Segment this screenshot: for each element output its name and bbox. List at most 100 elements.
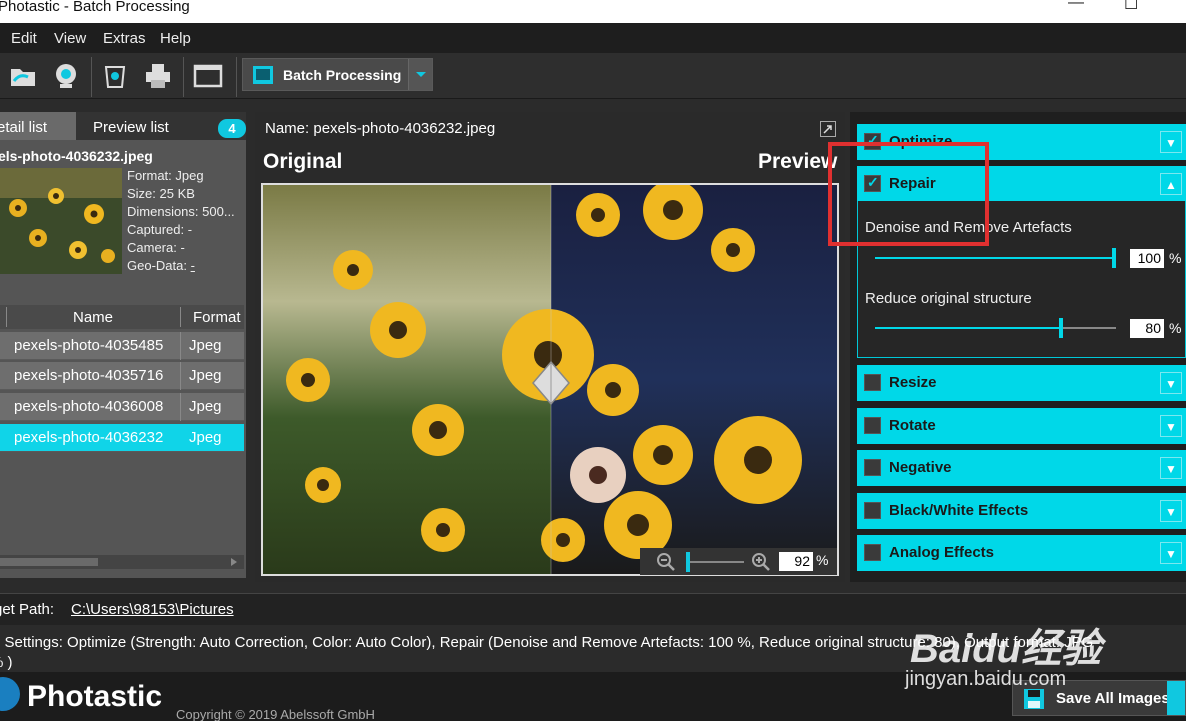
target-path-label: get Path: [0, 601, 55, 618]
table-row[interactable]: pexels-photo-4036008 Jpeg [0, 393, 244, 421]
row-name: pexels-photo-4036232 [14, 429, 164, 446]
column-format[interactable]: Format [193, 309, 241, 326]
zoom-unit: % [816, 552, 829, 568]
section-negative-label: Negative [889, 459, 952, 476]
chevron-down-icon[interactable]: ▼ [1160, 415, 1182, 437]
meta-geo-label: Geo-Data: [127, 258, 187, 273]
split-handle-icon[interactable] [531, 360, 571, 406]
target-path-link[interactable]: C:\Users\98153\Pictures [71, 601, 234, 618]
section-bw-label: Black/White Effects [889, 502, 1029, 519]
meta-dimensions: Dimensions: 500... [127, 204, 235, 219]
watermark-url: jingyan.baidu.com [905, 668, 1067, 690]
denoise-unit: % [1169, 250, 1182, 266]
zoom-input[interactable]: 92 [779, 552, 813, 571]
column-divider [180, 307, 181, 327]
menu-help[interactable]: Help [160, 30, 191, 47]
recycle-bin-icon[interactable] [100, 61, 130, 91]
toolbar-separator [91, 57, 92, 97]
menu-view[interactable]: View [54, 30, 86, 47]
zoom-out-icon[interactable] [656, 552, 676, 572]
copyright: Copyright © 2019 Abelssoft GmbH [176, 707, 375, 721]
table-row[interactable]: pexels-photo-4035716 Jpeg [0, 362, 244, 390]
section-resize[interactable]: Resize ▼ [857, 365, 1186, 401]
comparison-image[interactable] [261, 183, 839, 576]
rotate-checkbox[interactable] [864, 417, 881, 434]
zoom-slider-knob[interactable] [686, 552, 690, 572]
structure-slider-fill[interactable] [875, 327, 1061, 329]
chevron-down-icon [416, 72, 426, 77]
minimize-button[interactable]: — [1068, 0, 1084, 12]
window-title: Photastic - Batch Processing [0, 0, 190, 15]
image-name-bar: Name: pexels-photo-4036232.jpeg [255, 117, 840, 141]
window-icon[interactable] [193, 61, 223, 91]
zoom-in-icon[interactable] [751, 552, 771, 572]
zoom-slider-track[interactable] [688, 561, 744, 563]
tab-preview-label: Preview list [93, 119, 169, 136]
photastic-logo-icon [0, 677, 20, 711]
column-name[interactable]: Name [73, 309, 113, 326]
open-folder-icon[interactable] [8, 61, 38, 91]
horizontal-scrollbar[interactable] [0, 555, 244, 569]
watermark-logo: Baidu经验 [910, 627, 1102, 671]
row-format: Jpeg [189, 398, 222, 415]
expand-icon[interactable] [820, 121, 836, 137]
file-count-badge: 4 [218, 119, 246, 138]
chevron-down-icon[interactable]: ▼ [1160, 372, 1182, 394]
chevron-down-icon[interactable]: ▼ [1160, 542, 1182, 564]
section-resize-label: Resize [889, 374, 937, 391]
structure-label: Reduce original structure [865, 290, 1032, 307]
batch-processing-button[interactable]: Batch Processing [242, 58, 433, 91]
batch-dropdown-button[interactable] [408, 59, 432, 90]
maximize-button[interactable]: ☐ [1124, 0, 1138, 14]
tab-detail-label: etail list [0, 119, 48, 136]
preview-label: Preview [758, 150, 838, 173]
section-negative[interactable]: Negative ▼ [857, 450, 1186, 486]
denoise-value[interactable]: 100 [1130, 249, 1164, 268]
section-analog[interactable]: Analog Effects ▼ [857, 535, 1186, 571]
section-rotate[interactable]: Rotate ▼ [857, 408, 1186, 444]
structure-value[interactable]: 80 [1130, 319, 1164, 338]
chevron-down-icon[interactable]: ▼ [1160, 500, 1182, 522]
brand-name: Photastic [27, 680, 163, 713]
batch-processing-label: Batch Processing [283, 67, 402, 83]
bw-checkbox[interactable] [864, 502, 881, 519]
meta-captured: Captured: - [127, 222, 193, 237]
webcam-icon[interactable] [51, 61, 81, 91]
structure-slider-knob[interactable] [1059, 318, 1063, 338]
scroll-right-icon[interactable] [230, 558, 238, 566]
tab-detail-list[interactable]: etail list [0, 112, 76, 140]
toolbar: Batch Processing [0, 53, 1186, 99]
structure-unit: % [1169, 320, 1182, 336]
save-dropdown-button[interactable] [1167, 681, 1185, 715]
resize-checkbox[interactable] [864, 374, 881, 391]
denoise-slider-track[interactable] [875, 257, 1115, 259]
scrollbar-thumb[interactable] [0, 558, 98, 566]
table-row-selected[interactable]: pexels-photo-4036232 Jpeg [0, 424, 244, 452]
meta-size: Size: 25 KB [127, 186, 195, 201]
menu-edit[interactable]: Edit [11, 30, 37, 47]
row-format: Jpeg [189, 367, 222, 384]
denoise-slider-knob[interactable] [1112, 248, 1116, 268]
printer-icon[interactable] [143, 61, 173, 91]
meta-geo-value[interactable]: - [191, 258, 195, 273]
section-black-white[interactable]: Black/White Effects ▼ [857, 493, 1186, 529]
chevron-down-icon[interactable]: ▼ [1160, 131, 1182, 153]
negative-checkbox[interactable] [864, 459, 881, 476]
title-bar: Photastic - Batch Processing — ☐ [0, 0, 1186, 23]
chevron-down-icon[interactable]: ▼ [1160, 457, 1182, 479]
analog-checkbox[interactable] [864, 544, 881, 561]
chevron-up-icon[interactable]: ▲ [1160, 173, 1182, 195]
file-tabs: etail list Preview list [0, 112, 246, 140]
meta-geo: Geo-Data: - [127, 258, 195, 273]
section-analog-label: Analog Effects [889, 544, 995, 561]
menu-extras[interactable]: Extras [103, 30, 146, 47]
table-row[interactable]: pexels-photo-4035485 Jpeg [0, 332, 244, 360]
structure-slider-track[interactable] [1061, 327, 1116, 329]
image-name: Name: pexels-photo-4036232.jpeg [265, 120, 496, 137]
meta-format: Format: Jpeg [127, 168, 204, 183]
batch-images-icon [253, 66, 273, 84]
original-label: Original [263, 150, 343, 173]
toolbar-separator [183, 57, 184, 97]
row-format: Jpeg [189, 429, 222, 446]
row-format: Jpeg [189, 337, 222, 354]
